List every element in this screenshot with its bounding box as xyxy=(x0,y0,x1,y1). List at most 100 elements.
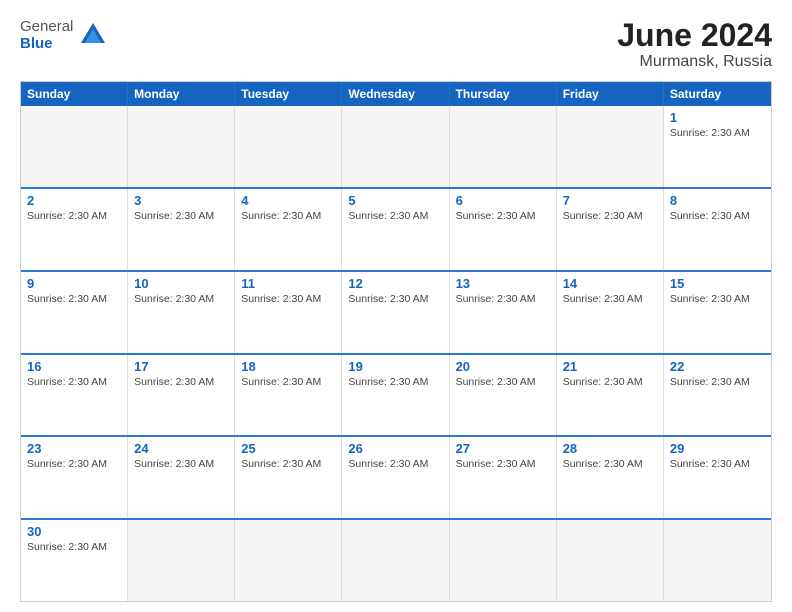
day-info: Sunrise: 2:30 AM xyxy=(456,458,550,470)
day-info: Sunrise: 2:30 AM xyxy=(563,293,657,305)
day-number: 14 xyxy=(563,276,657,291)
day-info: Sunrise: 2:30 AM xyxy=(241,210,335,222)
day-number: 18 xyxy=(241,359,335,374)
weekday-header-saturday: Saturday xyxy=(664,82,771,106)
calendar-cell: 4 Sunrise: 2:30 AM xyxy=(235,189,342,270)
calendar-cell: 17 Sunrise: 2:30 AM xyxy=(128,355,235,436)
logo-text: General Blue xyxy=(20,18,73,53)
day-info: Sunrise: 2:30 AM xyxy=(456,376,550,388)
day-info: Sunrise: 2:30 AM xyxy=(27,210,121,222)
calendar-subtitle: Murmansk, Russia xyxy=(617,53,772,71)
day-number: 17 xyxy=(134,359,228,374)
day-number: 6 xyxy=(456,193,550,208)
weekday-header-thursday: Thursday xyxy=(450,82,557,106)
day-info: Sunrise: 2:30 AM xyxy=(670,376,765,388)
weekday-header-sunday: Sunday xyxy=(21,82,128,106)
calendar-cell: 18 Sunrise: 2:30 AM xyxy=(235,355,342,436)
weekday-header-tuesday: Tuesday xyxy=(235,82,342,106)
day-info: Sunrise: 2:30 AM xyxy=(456,210,550,222)
day-info: Sunrise: 2:30 AM xyxy=(563,210,657,222)
day-number: 22 xyxy=(670,359,765,374)
calendar-cell: 28 Sunrise: 2:30 AM xyxy=(557,437,664,518)
calendar-cell xyxy=(557,106,664,187)
calendar-cell xyxy=(235,106,342,187)
day-info: Sunrise: 2:30 AM xyxy=(670,127,765,139)
calendar-cell: 22 Sunrise: 2:30 AM xyxy=(664,355,771,436)
calendar-cell xyxy=(21,106,128,187)
day-info: Sunrise: 2:30 AM xyxy=(27,293,121,305)
calendar-cell: 1 Sunrise: 2:30 AM xyxy=(664,106,771,187)
calendar-week-4: 16Sunrise: 2:30 AM 17 Sunrise: 2:30 AM 18 Su… xyxy=(21,353,771,436)
calendar-cell: 2Sunrise: 2:30 AM xyxy=(21,189,128,270)
calendar-week-2: 2Sunrise: 2:30 AM 3 Sunrise: 2:30 AM 4 Sunri… xyxy=(21,187,771,270)
logo-general: General xyxy=(20,18,73,35)
logo-icon xyxy=(79,21,107,49)
day-number: 25 xyxy=(241,441,335,456)
calendar-cell: 13Sunrise: 2:30 AM xyxy=(450,272,557,353)
calendar-week-3: 9 Sunrise: 2:30 AM 10Sunrise: 2:30 AM 11 Sun… xyxy=(21,270,771,353)
calendar-cell xyxy=(235,520,342,601)
calendar-cell: 29Sunrise: 2:30 AM xyxy=(664,437,771,518)
day-info: Sunrise: 2:30 AM xyxy=(670,210,765,222)
day-number: 21 xyxy=(563,359,657,374)
day-info: Sunrise: 2:30 AM xyxy=(241,458,335,470)
day-info: Sunrise: 2:30 AM xyxy=(563,458,657,470)
calendar-week-6: 30 Sunrise: 2:30 AM xyxy=(21,518,771,601)
calendar-cell: 5Sunrise: 2:30 AM xyxy=(342,189,449,270)
calendar-cell: 10Sunrise: 2:30 AM xyxy=(128,272,235,353)
calendar-cell: 16Sunrise: 2:30 AM xyxy=(21,355,128,436)
day-info: Sunrise: 2:30 AM xyxy=(27,541,121,553)
day-number: 3 xyxy=(134,193,228,208)
calendar-cell: 23 Sunrise: 2:30 AM xyxy=(21,437,128,518)
calendar-body: 1Sunrise: 2:30 AM2Sunrise: 2:30 AM3Sunri… xyxy=(21,106,771,601)
day-number: 24 xyxy=(134,441,228,456)
day-number: 15 xyxy=(670,276,765,291)
day-info: Sunrise: 2:30 AM xyxy=(27,458,121,470)
day-number: 30 xyxy=(27,524,121,539)
day-info: Sunrise: 2:30 AM xyxy=(670,293,765,305)
day-info: Sunrise: 2:30 AM xyxy=(27,376,121,388)
day-info: Sunrise: 2:30 AM xyxy=(348,210,442,222)
day-number: 29 xyxy=(670,441,765,456)
calendar-cell xyxy=(450,520,557,601)
day-number: 4 xyxy=(241,193,335,208)
logo-blue: Blue xyxy=(20,35,53,52)
calendar-cell: 26 Sunrise: 2:30 AM xyxy=(342,437,449,518)
calendar-cell: 8Sunrise: 2:30 AM xyxy=(664,189,771,270)
calendar-cell xyxy=(557,520,664,601)
logo: General Blue xyxy=(20,18,107,53)
calendar-cell: 7 Sunrise: 2:30 AM xyxy=(557,189,664,270)
page: General Blue June 2024 Murmansk, Russia … xyxy=(0,0,792,612)
day-number: 27 xyxy=(456,441,550,456)
calendar-cell: 30 Sunrise: 2:30 AM xyxy=(21,520,128,601)
day-number: 23 xyxy=(27,441,121,456)
calendar-cell: 9 Sunrise: 2:30 AM xyxy=(21,272,128,353)
day-number: 12 xyxy=(348,276,442,291)
day-info: Sunrise: 2:30 AM xyxy=(134,458,228,470)
calendar-cell: 15 Sunrise: 2:30 AM xyxy=(664,272,771,353)
day-number: 1 xyxy=(670,110,765,125)
day-info: Sunrise: 2:30 AM xyxy=(348,458,442,470)
day-number: 26 xyxy=(348,441,442,456)
day-number: 9 xyxy=(27,276,121,291)
day-number: 7 xyxy=(563,193,657,208)
calendar-cell xyxy=(342,106,449,187)
day-info: Sunrise: 2:30 AM xyxy=(563,376,657,388)
day-number: 20 xyxy=(456,359,550,374)
day-info: Sunrise: 2:30 AM xyxy=(134,376,228,388)
calendar-title: June 2024 xyxy=(617,18,772,53)
calendar-cell: 14 Sunrise: 2:30 AM xyxy=(557,272,664,353)
day-number: 11 xyxy=(241,276,335,291)
day-info: Sunrise: 2:30 AM xyxy=(348,293,442,305)
day-info: Sunrise: 2:30 AM xyxy=(241,376,335,388)
header: General Blue June 2024 Murmansk, Russia xyxy=(20,18,772,71)
calendar-cell: 25 Sunrise: 2:30 AM xyxy=(235,437,342,518)
day-number: 28 xyxy=(563,441,657,456)
calendar-cell: 24 Sunrise: 2:30 AM xyxy=(128,437,235,518)
day-info: Sunrise: 2:30 AM xyxy=(241,293,335,305)
weekday-header-wednesday: Wednesday xyxy=(342,82,449,106)
day-info: Sunrise: 2:30 AM xyxy=(134,210,228,222)
calendar-cell: 3 Sunrise: 2:30 AM xyxy=(128,189,235,270)
day-info: Sunrise: 2:30 AM xyxy=(456,293,550,305)
weekday-header-monday: Monday xyxy=(128,82,235,106)
